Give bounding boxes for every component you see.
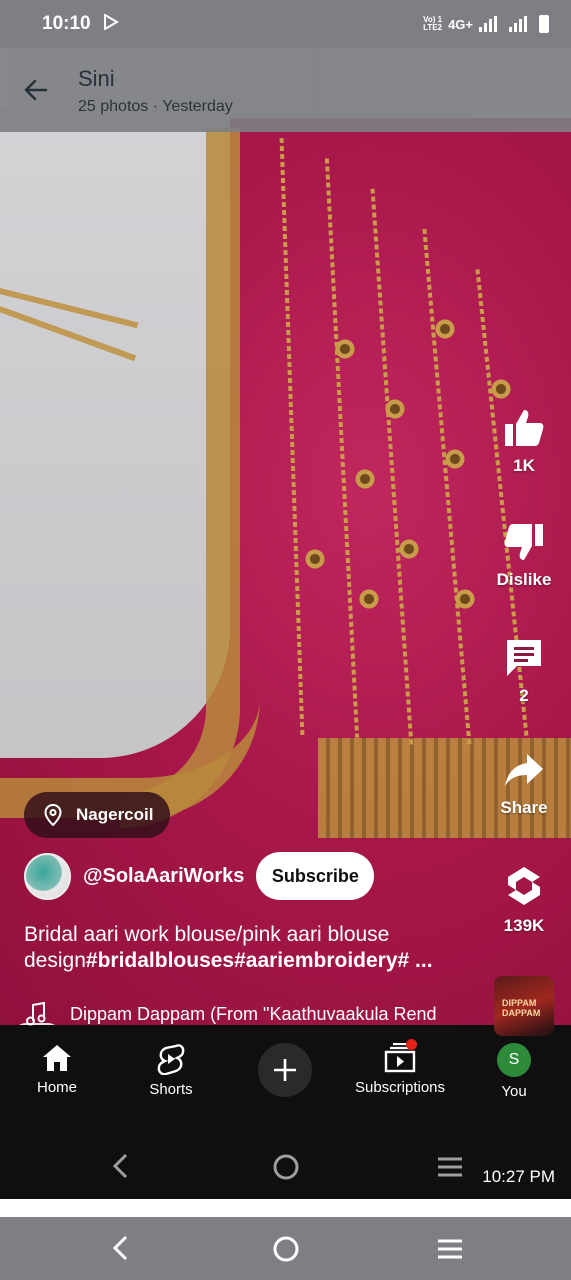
comments-count: 2 (519, 686, 529, 705)
like-button[interactable]: 1K (488, 408, 560, 476)
system-home-icon[interactable] (272, 1235, 300, 1263)
home-icon (43, 1045, 71, 1071)
remix-icon (508, 867, 540, 905)
channel-avatar[interactable] (24, 852, 71, 900)
play-store-icon (103, 12, 119, 35)
status-bar: 10:10 Vo) 1 LTE2 4G+ (0, 0, 571, 48)
location-pin-icon (44, 804, 62, 826)
thumbs-up-icon (505, 410, 544, 446)
dislike-button[interactable]: Dislike (488, 522, 560, 590)
music-note-icon (26, 1002, 46, 1026)
thumbs-down-icon (504, 524, 543, 560)
back-arrow-icon[interactable] (22, 76, 50, 109)
location-label: Nagercoil (76, 805, 154, 824)
video-caption[interactable]: Bridal aari work blouse/pink aari blouse… (24, 922, 494, 974)
status-time: 10:10 (42, 13, 91, 34)
share-label: Share (500, 798, 548, 817)
gallery-header: Sini 25 photos · Yesterday (0, 48, 571, 132)
album-art[interactable]: DIPPAM DAPPAM (494, 976, 554, 1036)
comments-button[interactable]: 2 (488, 636, 560, 706)
shorts-icon (157, 1044, 185, 1075)
channel-row: @SolaAariWorks Subscribe (24, 852, 375, 900)
home-circle-icon (273, 1154, 299, 1180)
like-count: 1K (513, 456, 535, 475)
overlay-clock: 10:27 PM (482, 1167, 555, 1186)
subscribe-button[interactable]: Subscribe (256, 852, 375, 900)
battery-icon (539, 15, 549, 33)
signal-icon (479, 16, 497, 32)
location-chip[interactable]: Nagercoil (24, 792, 170, 838)
back-icon (112, 1153, 128, 1179)
share-button[interactable]: Share (488, 750, 560, 818)
volte-indicator: Vo) 1 LTE2 (423, 15, 443, 32)
album-art-text: DIPPAM DAPPAM (502, 998, 541, 1018)
caption-hashtags: #bridalblouses#aariembroidery# ... (85, 949, 433, 972)
create-button[interactable] (258, 1043, 312, 1097)
nav-you[interactable]: S You (459, 1043, 569, 1100)
remix-button[interactable]: 139K (488, 864, 560, 936)
nav-shorts[interactable]: Shorts (116, 1043, 226, 1098)
remix-count: 139K (503, 916, 545, 935)
system-nav-bar (0, 1217, 571, 1280)
system-recents-icon[interactable] (436, 1239, 464, 1259)
nav-home[interactable]: Home (2, 1043, 112, 1096)
recents-icon (438, 1157, 462, 1177)
song-title: Dippam Dappam (From "Kaathuvaakula Rend (70, 1003, 437, 1024)
comment-icon (507, 640, 541, 676)
inner-system-nav: 10:27 PM (0, 1137, 571, 1199)
system-back-icon[interactable] (110, 1235, 132, 1261)
nav-subscriptions[interactable]: Subscriptions (345, 1039, 455, 1096)
album-subtitle: 25 photos · Yesterday (78, 98, 233, 115)
dislike-label: Dislike (496, 570, 552, 589)
network-type: 4G+ (448, 16, 473, 32)
album-title: Sini (78, 66, 115, 91)
channel-name[interactable]: @SolaAariWorks (83, 865, 244, 888)
music-row[interactable]: Dippam Dappam (From "Kaathuvaakula Rend (26, 1002, 480, 1026)
signal-icon-2 (509, 16, 527, 32)
bottom-nav: Home Shorts Subscriptions S You (0, 1025, 571, 1137)
notification-dot (406, 1039, 417, 1050)
share-icon (505, 754, 543, 786)
user-avatar: S (497, 1043, 531, 1077)
plus-icon (274, 1059, 296, 1081)
